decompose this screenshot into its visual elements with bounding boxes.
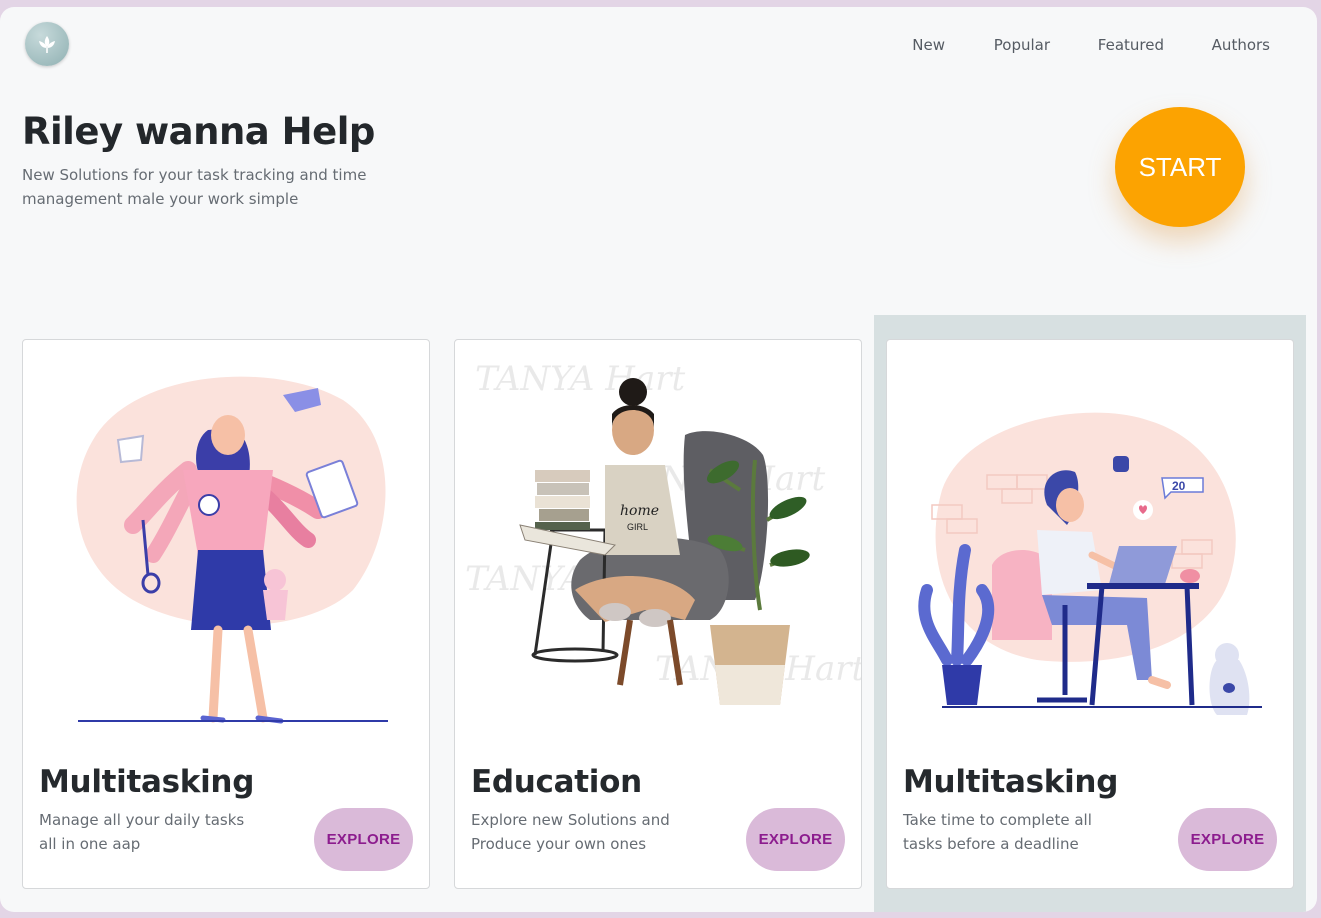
nav-link-authors[interactable]: Authors [1212,36,1270,54]
explore-button[interactable]: EXPLORE [314,808,413,871]
card-title: Multitasking [903,764,1119,800]
card-multitasking-deadline: 20 Multitasking Take time to complete al… [886,339,1294,889]
card-description: Take time to complete all tasks before a… [903,811,1092,853]
explore-button[interactable]: EXPLORE [1178,808,1277,871]
nav-link-popular[interactable]: Popular [994,36,1050,54]
nav-link-featured[interactable]: Featured [1098,36,1164,54]
start-button[interactable]: START [1115,107,1245,227]
hero-subtitle: New Solutions for your task tracking and… [22,166,367,208]
svg-text:GIRL: GIRL [627,522,648,532]
svg-text:home: home [620,503,659,519]
nav-link-new[interactable]: New [912,36,945,54]
app-frame: New Popular Featured Authors Riley wanna… [0,7,1317,912]
watermark-text: TANYA Hart [475,359,685,399]
explore-button[interactable]: EXPLORE [746,808,845,871]
woman-laptop-illustration: 20 [918,412,1262,715]
card-education: TANYA Hart TANYA Hart TANYA Hart TANYA H… [454,339,862,889]
card-description: Explore new Solutions and Produce your o… [471,811,670,853]
multitasking-woman-illustration [76,376,388,724]
reading-woman-illustration: TANYA Hart TANYA Hart TANYA Hart TANYA H… [465,359,861,705]
hero-title: Riley wanna Help [22,110,375,153]
card-title: Multitasking [39,764,255,800]
leaf-logo-icon[interactable] [25,22,69,66]
notification-count: 20 [1172,479,1186,493]
card-description: Manage all your daily tasks all in one a… [39,811,245,853]
card-multitasking: Multitasking Manage all your daily tasks… [22,339,430,889]
card-title: Education [471,764,642,800]
